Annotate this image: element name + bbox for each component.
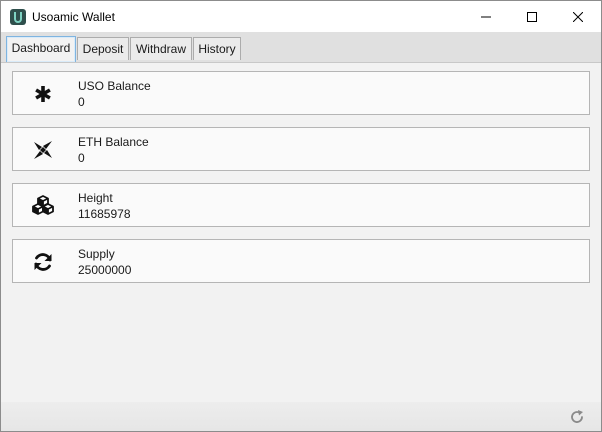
card-label: USO Balance [78,79,151,93]
card-value: 11685978 [78,207,131,221]
card-label: ETH Balance [78,135,149,149]
sync-icon [34,253,52,271]
card-value: 0 [78,95,85,109]
uso-balance-card: USO Balance 0 [12,71,590,115]
close-icon [573,11,583,22]
app-window: Usoamic Wallet Dashboard Deposit Withdra… [0,0,602,432]
eth-balance-card: ETH Balance 0 [12,127,590,171]
minimize-button[interactable] [463,1,509,32]
maximize-icon [527,11,537,22]
height-card: Height 11685978 [12,183,590,227]
tab-withdraw[interactable]: Withdraw [130,37,192,60]
usoamic-logo-icon [10,8,26,25]
minimize-icon [481,16,491,17]
maximize-button[interactable] [509,1,555,32]
card-value: 0 [78,151,85,165]
eth-icon [34,141,52,159]
supply-card: Supply 25000000 [12,239,590,283]
cubes-icon [32,195,54,215]
card-value: 25000000 [78,263,132,277]
tab-deposit[interactable]: Deposit [77,37,129,60]
title-bar[interactable]: Usoamic Wallet [1,1,601,32]
card-label: Height [78,191,113,205]
window-title: Usoamic Wallet [32,9,115,24]
close-button[interactable] [555,1,601,32]
tab-dashboard[interactable]: Dashboard [6,36,76,62]
asterisk-icon [35,86,51,102]
card-label: Supply [78,247,115,261]
tab-bar: Dashboard Deposit Withdraw History [1,32,601,63]
status-bar [1,402,601,431]
tab-history[interactable]: History [193,37,241,60]
refresh-icon[interactable] [569,409,585,425]
